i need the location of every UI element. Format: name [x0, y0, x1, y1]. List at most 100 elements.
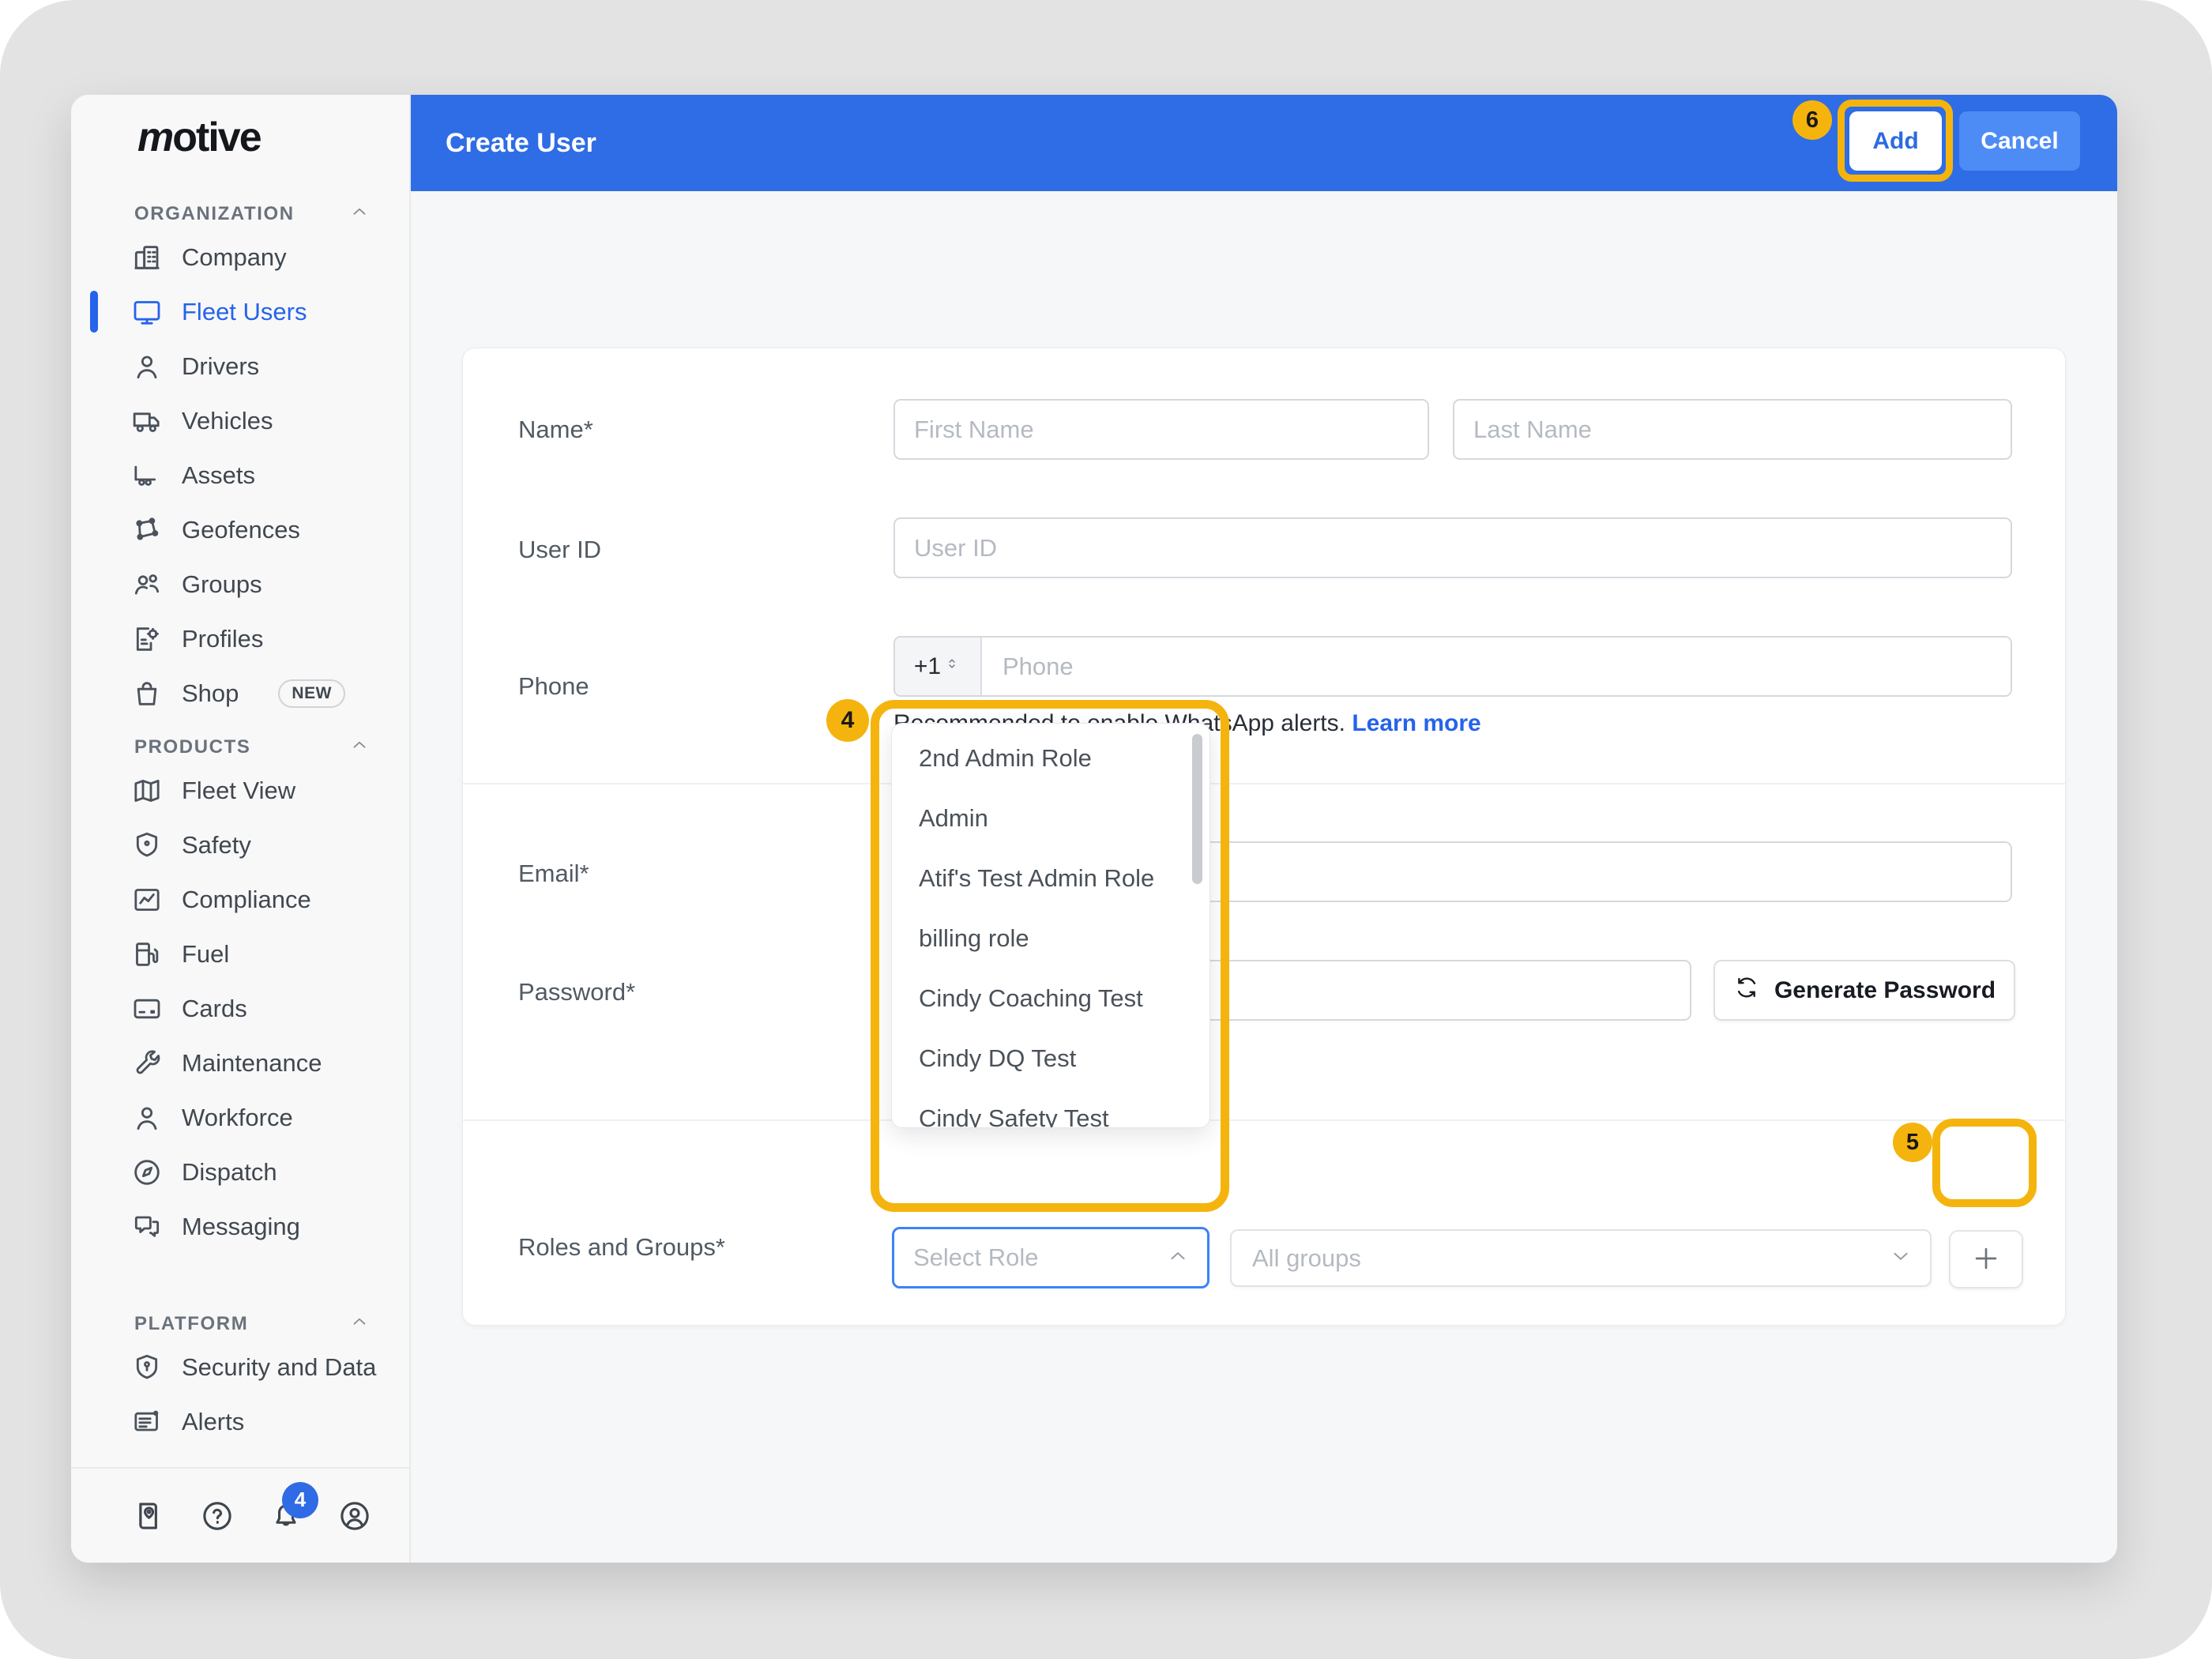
role-option-billing-role[interactable]: billing role: [892, 908, 1209, 969]
sidebar-item-label: Alerts: [182, 1408, 244, 1436]
role-options-dropdown: 2nd Admin RoleAdminAtif's Test Admin Rol…: [891, 723, 1210, 1128]
roles-groups-label: Roles and Groups*: [518, 1233, 725, 1262]
role-options-list: 2nd Admin RoleAdminAtif's Test Admin Rol…: [892, 724, 1209, 1128]
sidebar-item-maintenance[interactable]: Maintenance: [71, 1036, 409, 1090]
country-code-select[interactable]: +1: [895, 638, 982, 695]
sidebar-item-safety[interactable]: Safety: [71, 818, 409, 872]
compass-icon: [131, 1157, 163, 1188]
profile-gear-icon: [131, 623, 163, 655]
sidebar-item-fleet-view[interactable]: Fleet View: [71, 763, 409, 818]
chevron-up-icon: [349, 735, 370, 761]
country-code-value: +1: [914, 653, 941, 680]
person-icon: [131, 1102, 163, 1134]
sidebar-item-fuel[interactable]: Fuel: [71, 927, 409, 981]
password-label: Password*: [518, 978, 635, 1006]
sidebar-item-messaging[interactable]: Messaging: [71, 1199, 409, 1254]
role-option-2nd-admin-role[interactable]: 2nd Admin Role: [892, 728, 1209, 788]
name-label: Name*: [518, 416, 593, 444]
sidebar-item-assets[interactable]: Assets: [71, 448, 409, 502]
sidebar-item-shop[interactable]: Shop NEW: [71, 666, 409, 720]
role-option-cindy-safety-test[interactable]: Cindy Safety Test: [892, 1089, 1209, 1128]
page-title: Create User: [446, 95, 596, 191]
section-label: PLATFORM: [134, 1313, 248, 1335]
sidebar-item-vehicles[interactable]: Vehicles: [71, 393, 409, 448]
phone-input[interactable]: [982, 638, 2011, 695]
sidebar-item-groups[interactable]: Groups: [71, 557, 409, 611]
notification-badge: 4: [282, 1482, 318, 1518]
generate-password-button[interactable]: Generate Password: [1714, 960, 2015, 1021]
role-option-atif-s-test-admin-role[interactable]: Atif's Test Admin Role: [892, 848, 1209, 908]
sidebar-item-label: Shop: [182, 679, 239, 708]
bell-icon[interactable]: 4: [269, 1499, 303, 1533]
sidebar-item-label: Drivers: [182, 352, 259, 381]
sidebar-item-label: Assets: [182, 461, 255, 490]
section-header-platform[interactable]: PLATFORM: [71, 1308, 409, 1340]
sidebar-item-company[interactable]: Company: [71, 230, 409, 284]
dropdown-scrollbar[interactable]: [1192, 734, 1202, 884]
add-button[interactable]: Add: [1849, 111, 1942, 171]
geofence-icon: [131, 514, 163, 546]
phone-label: Phone: [518, 672, 589, 701]
new-badge: NEW: [278, 679, 345, 708]
sidebar-item-drivers[interactable]: Drivers: [71, 339, 409, 393]
main-content: Name* User ID Phone +1 Recommend: [411, 191, 2117, 1563]
annotation-badge-4: 4: [826, 699, 869, 742]
sidebar-item-label: Company: [182, 243, 287, 272]
cancel-button[interactable]: Cancel: [1959, 111, 2080, 171]
sidebar-item-label: Maintenance: [182, 1049, 322, 1078]
role-option-cindy-dq-test[interactable]: Cindy DQ Test: [892, 1029, 1209, 1089]
sidebar-item-profiles[interactable]: Profiles: [71, 611, 409, 666]
section-header-products[interactable]: PRODUCTS: [71, 732, 409, 763]
sidebar-item-compliance[interactable]: Compliance: [71, 872, 409, 927]
account-icon[interactable]: [337, 1499, 372, 1533]
chart-icon: [131, 884, 163, 916]
shield-icon: [131, 830, 163, 861]
select-role-dropdown[interactable]: Select Role: [892, 1227, 1209, 1288]
motive-logo: motive: [137, 114, 261, 161]
sidebar-item-dispatch[interactable]: Dispatch: [71, 1145, 409, 1199]
sidebar-item-security-and-data[interactable]: Security and Data: [71, 1340, 409, 1394]
role-option-cindy-coaching-test[interactable]: Cindy Coaching Test: [892, 969, 1209, 1029]
trailer-icon: [131, 460, 163, 491]
building-icon: [131, 242, 163, 273]
all-groups-dropdown[interactable]: All groups: [1230, 1229, 1932, 1287]
learn-more-link[interactable]: Learn more: [1352, 710, 1480, 736]
sidebar-item-workforce[interactable]: Workforce: [71, 1090, 409, 1145]
section-header-organization[interactable]: ORGANIZATION: [71, 198, 409, 230]
phone-input-group: +1: [893, 636, 2012, 697]
sidebar-item-alerts[interactable]: Alerts: [71, 1394, 409, 1449]
section-divider: [463, 783, 2065, 784]
credit-card-icon: [131, 993, 163, 1025]
sidebar-item-geofences[interactable]: Geofences: [71, 502, 409, 557]
fuel-pump-icon: [131, 939, 163, 970]
section-divider: [463, 1119, 2065, 1121]
sidebar-footer: 4: [71, 1467, 409, 1563]
chevron-down-icon: [1889, 1244, 1913, 1272]
sidebar-item-label: Security and Data: [182, 1353, 376, 1382]
shopping-bag-icon: [131, 678, 163, 709]
sidebar-item-label: Fleet Users: [182, 298, 307, 326]
shield-lock-icon: [131, 1352, 163, 1383]
last-name-input[interactable]: [1453, 399, 2012, 460]
first-name-input[interactable]: [893, 399, 1429, 460]
chevron-up-icon: [349, 201, 370, 228]
sidebar-item-label: Fleet View: [182, 777, 295, 805]
email-label: Email*: [518, 860, 589, 888]
sidebar-item-fleet-users[interactable]: Fleet Users: [71, 284, 409, 339]
sidebar-item-label: Messaging: [182, 1213, 300, 1241]
annotation-badge-6: 6: [1793, 100, 1832, 140]
chevron-up-icon: [1166, 1244, 1190, 1272]
role-option-admin[interactable]: Admin: [892, 788, 1209, 848]
guide-book-icon[interactable]: [131, 1499, 166, 1533]
monitor-icon: [131, 296, 163, 328]
generate-password-label: Generate Password: [1774, 977, 1996, 1004]
sidebar-item-cards[interactable]: Cards: [71, 981, 409, 1036]
add-role-group-button[interactable]: [1949, 1230, 2023, 1288]
people-icon: [131, 569, 163, 600]
chevron-up-icon: [349, 1311, 370, 1337]
user-id-input[interactable]: [893, 517, 2012, 578]
chat-icon: [131, 1211, 163, 1243]
help-icon[interactable]: [200, 1499, 235, 1533]
user-id-label: User ID: [518, 536, 601, 564]
sidebar-item-label: Groups: [182, 570, 262, 599]
